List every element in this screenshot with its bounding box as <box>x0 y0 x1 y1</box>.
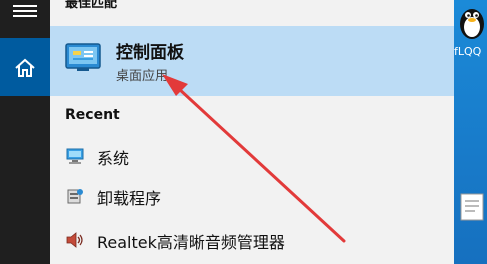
recent-item-label: 卸载程序 <box>97 189 162 208</box>
system-monitor-icon <box>66 148 84 164</box>
control-panel-icon <box>65 43 101 71</box>
home-button[interactable] <box>0 38 50 96</box>
speaker-icon <box>66 232 83 248</box>
search-results-panel: 最佳匹配 控制面板 桌面应用 Recent 系统 卸载程序 Realtek高清晰… <box>50 0 454 264</box>
recent-item-label: 系统 <box>97 149 130 168</box>
qq-penguin-icon[interactable] <box>456 2 487 42</box>
recent-item-label: Realtek高清晰音频管理器 <box>97 233 285 252</box>
recent-item-realtek-audio-manager[interactable]: Realtek高清晰音频管理器 <box>50 222 454 258</box>
best-match-title: 控制面板 <box>116 43 184 63</box>
desktop-background <box>454 0 487 264</box>
desktop-icon[interactable] <box>457 190 487 250</box>
best-match-control-panel[interactable]: 控制面板 桌面应用 <box>50 26 454 96</box>
qq-desktop-label: fLQQ <box>454 45 482 58</box>
recent-item-uninstall-program[interactable]: 卸载程序 <box>50 178 454 214</box>
start-menu-rail <box>0 0 50 264</box>
recent-item-system[interactable]: 系统 <box>50 138 454 174</box>
best-match-subtitle: 桌面应用 <box>116 69 169 84</box>
recent-header: Recent <box>65 107 120 123</box>
uninstall-program-icon <box>67 189 83 204</box>
hamburger-menu-icon[interactable] <box>13 2 37 22</box>
home-icon <box>15 58 35 77</box>
best-match-header: 最佳匹配 <box>65 0 118 11</box>
